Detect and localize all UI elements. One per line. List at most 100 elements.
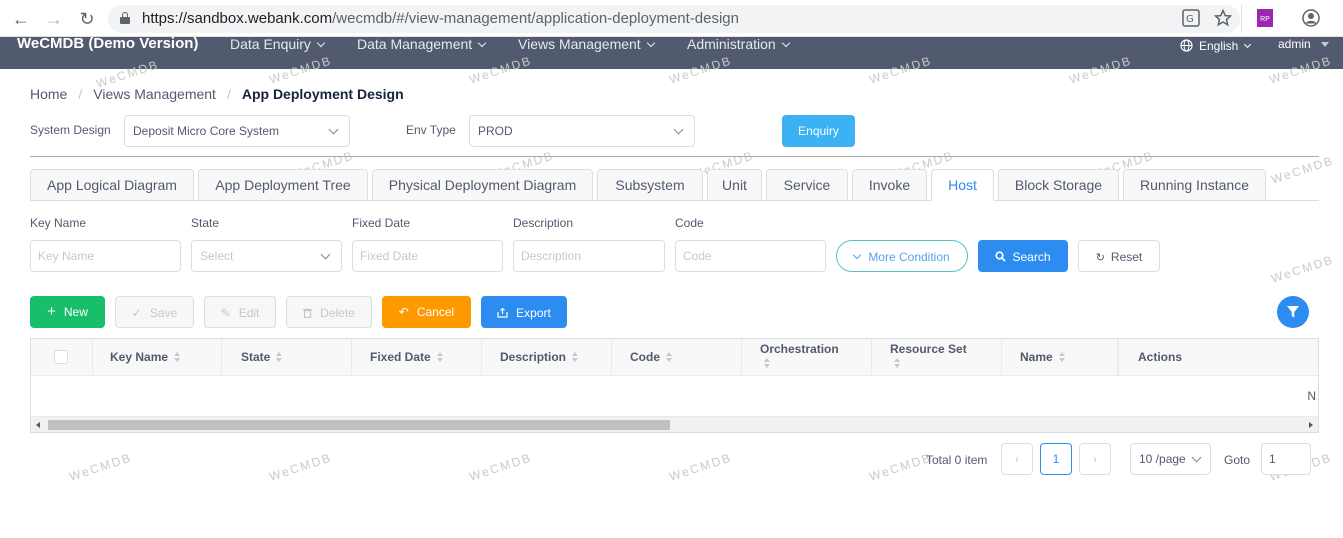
scroll-left-arrow-icon[interactable] xyxy=(36,422,40,428)
checkmark-icon: ✓ xyxy=(131,306,142,320)
sort-icon[interactable] xyxy=(764,358,771,368)
column-code[interactable]: Code xyxy=(612,339,742,376)
export-button[interactable]: Export xyxy=(481,296,567,328)
tab-running-instance-label: Running Instance xyxy=(1140,177,1249,193)
wrench-icon: ✎ xyxy=(220,306,231,320)
breadcrumb-home[interactable]: Home xyxy=(30,86,67,102)
column-resource-set[interactable]: Resource Set xyxy=(872,339,1002,376)
user-menu[interactable]: admin xyxy=(1278,37,1329,51)
sort-icon[interactable] xyxy=(894,358,901,368)
sort-icon[interactable] xyxy=(572,352,579,362)
forward-arrow-icon[interactable]: → xyxy=(43,8,65,30)
more-condition-button[interactable]: More Condition xyxy=(836,240,968,272)
prev-page-button[interactable]: ‹ xyxy=(1001,443,1033,475)
svg-text:G: G xyxy=(1186,14,1194,25)
goto-page-input[interactable]: 1 xyxy=(1261,443,1311,475)
key-name-input[interactable]: Key Name xyxy=(30,240,181,272)
menu-administration[interactable]: Administration xyxy=(687,37,790,51)
scrollbar-thumb[interactable] xyxy=(48,420,670,430)
column-orchestration[interactable]: Orchestration xyxy=(742,339,872,376)
filter-columns-button[interactable] xyxy=(1277,296,1309,328)
reload-icon[interactable]: ↻ xyxy=(76,8,98,30)
env-type-label: Env Type xyxy=(406,123,456,137)
chevron-down-icon xyxy=(853,250,862,260)
tab-block-storage[interactable]: Block Storage xyxy=(998,169,1119,201)
reset-button[interactable]: ↻ Reset xyxy=(1078,240,1160,272)
tab-running-instance[interactable]: Running Instance xyxy=(1123,169,1266,201)
save-button[interactable]: ✓ Save xyxy=(115,296,194,328)
watermark: WeCMDB xyxy=(1269,252,1336,286)
delete-button-label: Delete xyxy=(320,306,355,320)
tab-physical-deployment-diagram[interactable]: Physical Deployment Diagram xyxy=(372,169,593,201)
menu-data-management[interactable]: Data Management xyxy=(357,37,487,51)
tab-subsystem[interactable]: Subsystem xyxy=(597,169,703,201)
search-button-label: Search xyxy=(1012,250,1051,264)
translate-icon[interactable]: G xyxy=(1182,9,1200,27)
tab-service[interactable]: Service xyxy=(766,169,848,201)
no-data-text: N xyxy=(1307,389,1316,403)
enquiry-button[interactable]: Enquiry xyxy=(782,115,855,147)
breadcrumb: Home / Views Management / App Deployment Des… xyxy=(30,86,404,102)
column-state[interactable]: State xyxy=(222,339,352,376)
tab-app-logical-diagram[interactable]: App Logical Diagram xyxy=(30,169,194,201)
code-input[interactable]: Code xyxy=(675,240,826,272)
column-actions-label: Actions xyxy=(1138,350,1183,364)
system-design-select[interactable]: Deposit Micro Core System xyxy=(124,115,350,147)
tab-app-deployment-tree[interactable]: App Deployment Tree xyxy=(198,169,368,201)
extension-rp-label: RP xyxy=(1260,16,1270,23)
sort-icon[interactable] xyxy=(436,352,444,362)
tab-physical-deployment-diagram-label: Physical Deployment Diagram xyxy=(388,177,577,193)
caret-down-icon xyxy=(1320,42,1329,47)
column-state-label: State xyxy=(241,350,271,364)
description-placeholder: Description xyxy=(521,249,582,263)
column-orchestration-label: Orchestration xyxy=(760,342,839,356)
page-1-button[interactable]: 1 xyxy=(1040,443,1072,475)
chevron-down-icon xyxy=(328,124,339,135)
select-all-checkbox[interactable] xyxy=(54,350,68,364)
edit-button[interactable]: ✎ Edit xyxy=(204,296,276,328)
page-size-select[interactable]: 10 /page xyxy=(1130,443,1211,475)
search-button[interactable]: Search xyxy=(978,240,1068,272)
next-page-button[interactable]: › xyxy=(1079,443,1111,475)
chevron-left-icon: ‹ xyxy=(1015,452,1019,466)
sort-icon[interactable] xyxy=(276,352,283,362)
scroll-right-arrow-icon[interactable] xyxy=(1309,422,1313,428)
fixed-date-placeholder: Fixed Date xyxy=(360,249,419,263)
address-bar[interactable]: https://sandbox.webank.com/wecmdb/#/view… xyxy=(108,5,1240,33)
column-fixed-date[interactable]: Fixed Date xyxy=(352,339,482,376)
breadcrumb-views-management[interactable]: Views Management xyxy=(93,86,216,102)
env-type-select[interactable]: PROD xyxy=(469,115,695,147)
sort-icon[interactable] xyxy=(1058,352,1066,362)
tab-host-label: Host xyxy=(948,177,977,193)
total-items: Total 0 item xyxy=(926,453,988,467)
menu-data-enquiry[interactable]: Data Enquiry xyxy=(230,37,326,51)
back-arrow-icon[interactable]: ← xyxy=(10,8,32,30)
chevron-down-icon xyxy=(781,38,790,48)
goto-label: Goto xyxy=(1224,453,1251,467)
sort-icon[interactable] xyxy=(666,352,673,362)
tab-host[interactable]: Host xyxy=(931,169,994,201)
menu-views-management[interactable]: Views Management xyxy=(518,36,655,52)
column-description[interactable]: Description xyxy=(482,339,612,376)
tab-unit-label: Unit xyxy=(722,177,747,193)
tab-invoke[interactable]: Invoke xyxy=(852,169,927,201)
column-name[interactable]: Name xyxy=(1002,339,1118,376)
sort-icon[interactable] xyxy=(174,352,181,362)
language-selector[interactable]: English xyxy=(1180,37,1252,53)
column-key-name[interactable]: Key Name xyxy=(93,339,222,376)
tab-unit[interactable]: Unit xyxy=(707,169,762,201)
export-button-label: Export xyxy=(516,306,551,320)
breadcrumb-separator: / xyxy=(226,86,231,102)
horizontal-scrollbar[interactable] xyxy=(31,416,1318,432)
extension-rp-icon[interactable]: RP xyxy=(1257,9,1273,27)
profile-icon[interactable] xyxy=(1302,9,1320,27)
menu-views-management-label: Views Management xyxy=(518,36,641,52)
delete-button[interactable]: Delete xyxy=(286,296,372,328)
fixed-date-input[interactable]: Fixed Date xyxy=(352,240,503,272)
state-select[interactable]: Select xyxy=(191,240,342,272)
language-label: English xyxy=(1199,39,1239,53)
new-button[interactable]: + New xyxy=(30,296,105,328)
description-input[interactable]: Description xyxy=(513,240,665,272)
bookmark-star-icon[interactable] xyxy=(1214,9,1232,27)
cancel-button[interactable]: ↶ Cancel xyxy=(382,296,471,328)
